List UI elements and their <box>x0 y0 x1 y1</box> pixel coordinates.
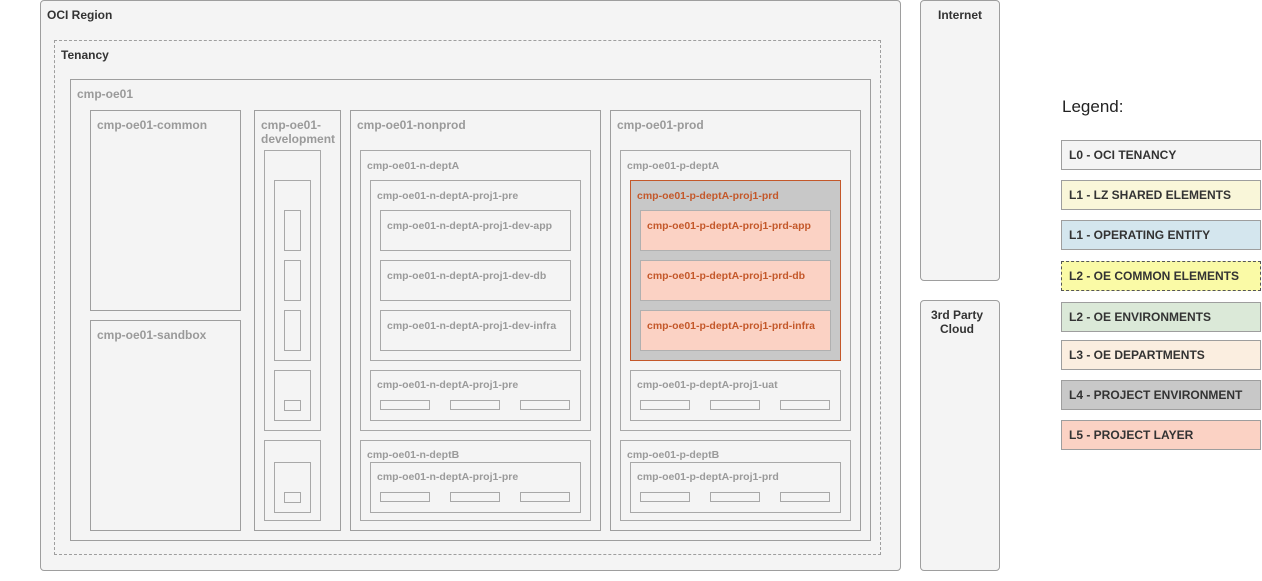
prod-deptA-label: cmp-oe01-p-deptA <box>627 160 720 172</box>
prod-deptB-proj-box: cmp-oe01-p-deptA-proj1-prd <box>630 462 841 513</box>
prod-deptA-proj-uat-box: cmp-oe01-p-deptA-proj1-uat <box>630 370 841 421</box>
development-layer-box <box>284 400 301 411</box>
development-project-box <box>274 462 311 513</box>
third-party-label-line2: Cloud <box>940 322 974 336</box>
prod-layer-infra-label: cmp-oe01-p-deptA-proj1-prd-infra <box>647 320 815 332</box>
nonprod-mini-layer <box>520 400 570 410</box>
nonprod-compartment-label: cmp-oe01-nonprod <box>357 118 466 132</box>
sandbox-compartment-label: cmp-oe01-sandbox <box>97 328 207 342</box>
development-layer-box <box>284 492 301 503</box>
development-label-line1: cmp-oe01- <box>261 118 322 132</box>
legend-title: Legend: <box>1062 97 1124 116</box>
legend-item-l1-shared: L1 - LZ SHARED ELEMENTS <box>1061 180 1261 210</box>
nonprod-deptA-label: cmp-oe01-n-deptA <box>367 160 460 172</box>
nonprod-mini-layer <box>380 492 430 502</box>
development-layer-box <box>284 260 301 301</box>
internet-container <box>920 0 1000 281</box>
prod-deptB-label: cmp-oe01-p-deptB <box>627 449 720 461</box>
prod-mini-layer <box>780 492 830 502</box>
development-layer-box <box>284 210 301 251</box>
legend-item-l3-dept: L3 - OE DEPARTMENTS <box>1061 340 1261 370</box>
tenancy-label: Tenancy <box>61 48 109 62</box>
prod-mini-layer <box>640 400 690 410</box>
legend-item-l0: L0 - OCI TENANCY <box>1061 140 1261 170</box>
nonprod-layer-app-label: cmp-oe01-n-deptA-proj1-dev-app <box>387 220 553 232</box>
development-project-box <box>274 370 311 421</box>
development-layer-box <box>284 310 301 351</box>
legend-item-l1-oe: L1 - OPERATING ENTITY <box>1061 220 1261 250</box>
sandbox-compartment <box>90 320 241 531</box>
prod-layer-app: cmp-oe01-p-deptA-proj1-prd-app <box>640 210 831 251</box>
prod-deptA-proj-prd-label: cmp-oe01-p-deptA-proj1-prd <box>637 190 779 202</box>
prod-deptB-proj-label: cmp-oe01-p-deptA-proj1-prd <box>637 471 779 483</box>
oe-compartment-label: cmp-oe01 <box>77 87 134 101</box>
common-compartment-label: cmp-oe01-common <box>97 118 208 132</box>
nonprod-mini-layer <box>520 492 570 502</box>
nonprod-deptA-proj-pre-label: cmp-oe01-n-deptA-proj1-pre <box>377 190 519 202</box>
nonprod-mini-layer <box>450 492 500 502</box>
third-party-label-line1: 3rd Party <box>930 308 984 322</box>
prod-mini-layer <box>710 492 760 502</box>
prod-mini-layer <box>780 400 830 410</box>
prod-mini-layer <box>640 492 690 502</box>
nonprod-deptB-proj-label: cmp-oe01-n-deptA-proj1-pre <box>377 471 519 483</box>
nonprod-deptB-proj-box: cmp-oe01-n-deptA-proj1-pre <box>370 462 581 513</box>
nonprod-mini-layer <box>450 400 500 410</box>
nonprod-layer-db: cmp-oe01-n-deptA-proj1-dev-db <box>380 260 571 301</box>
third-party-cloud-container <box>920 300 1000 571</box>
legend-item-l4-proj-env: L4 - PROJECT ENVIRONMENT <box>1061 380 1261 410</box>
common-compartment <box>90 110 241 311</box>
nonprod-mini-layer <box>380 400 430 410</box>
oci-region-label: OCI Region <box>47 8 113 22</box>
prod-compartment-label: cmp-oe01-prod <box>617 118 704 132</box>
prod-mini-layer <box>710 400 760 410</box>
prod-layer-db: cmp-oe01-p-deptA-proj1-prd-db <box>640 260 831 301</box>
prod-layer-app-label: cmp-oe01-p-deptA-proj1-prd-app <box>647 220 811 232</box>
nonprod-layer-infra: cmp-oe01-n-deptA-proj1-dev-infra <box>380 310 571 351</box>
legend-item-l5-proj-layer: L5 - PROJECT LAYER <box>1061 420 1261 450</box>
legend-item-l2-env: L2 - OE ENVIRONMENTS <box>1061 302 1261 332</box>
nonprod-layer-app: cmp-oe01-n-deptA-proj1-dev-app <box>380 210 571 251</box>
nonprod-deptA-proj-pre2-box: cmp-oe01-n-deptA-proj1-pre <box>370 370 581 421</box>
legend-item-l2-common: L2 - OE COMMON ELEMENTS <box>1061 261 1261 291</box>
prod-layer-infra: cmp-oe01-p-deptA-proj1-prd-infra <box>640 310 831 351</box>
nonprod-layer-db-label: cmp-oe01-n-deptA-proj1-dev-db <box>387 270 547 282</box>
nonprod-deptB-label: cmp-oe01-n-deptB <box>367 449 460 461</box>
nonprod-layer-infra-label: cmp-oe01-n-deptA-proj1-dev-infra <box>387 320 557 332</box>
prod-layer-db-label: cmp-oe01-p-deptA-proj1-prd-db <box>647 270 806 282</box>
prod-deptA-proj-uat-label: cmp-oe01-p-deptA-proj1-uat <box>637 379 778 391</box>
development-label-line2: development <box>261 132 336 146</box>
nonprod-deptA-proj-pre2-label: cmp-oe01-n-deptA-proj1-pre <box>377 379 519 391</box>
internet-label: Internet <box>937 8 982 22</box>
